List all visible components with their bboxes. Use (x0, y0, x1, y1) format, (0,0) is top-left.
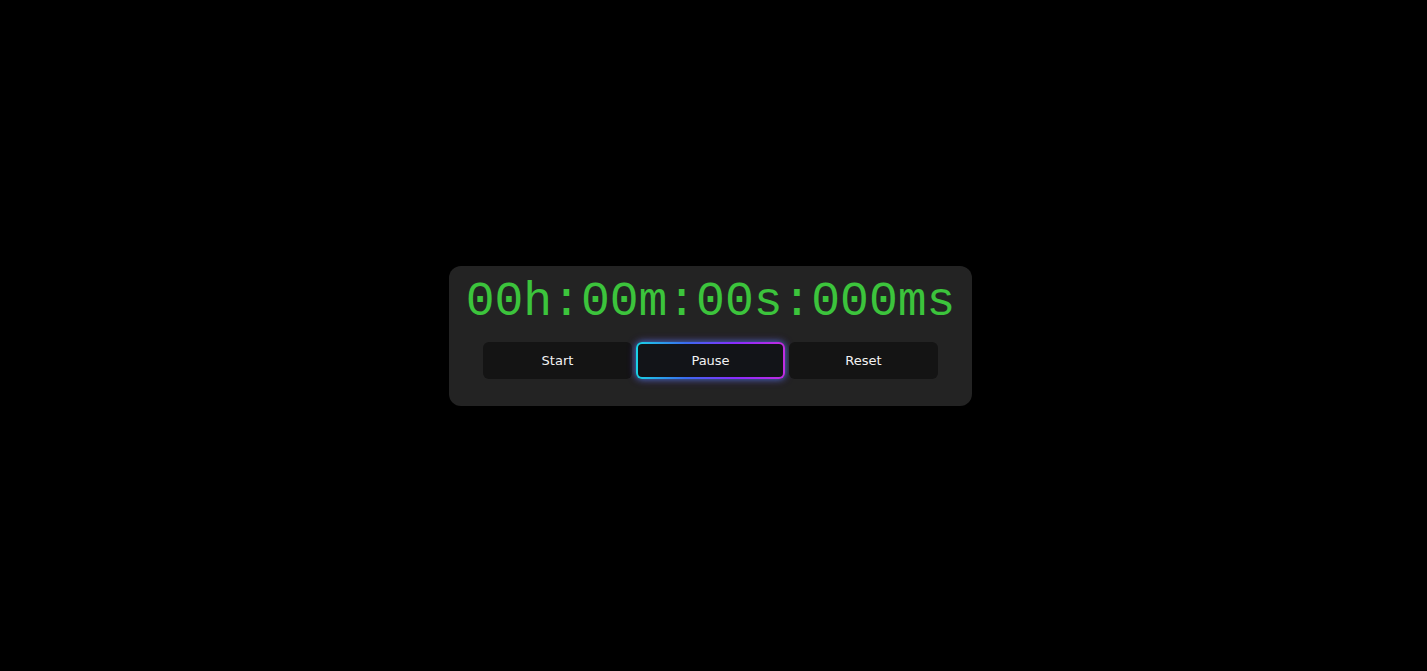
control-button[interactable]: Reset (789, 342, 938, 379)
control-row: StartPauseReset (483, 342, 938, 379)
chalkboard-background: 00h:00m:00s:000ms StartPauseReset (0, 0, 1427, 671)
stopwatch-page: 00h:00m:00s:000ms StartPauseReset (0, 0, 1427, 671)
stopwatch-panel: 00h:00m:00s:000ms StartPauseReset (449, 266, 972, 406)
control-button[interactable]: Start (483, 342, 632, 379)
timer-display: 00h:00m:00s:000ms (466, 272, 956, 332)
control-button[interactable]: Pause (636, 342, 785, 379)
